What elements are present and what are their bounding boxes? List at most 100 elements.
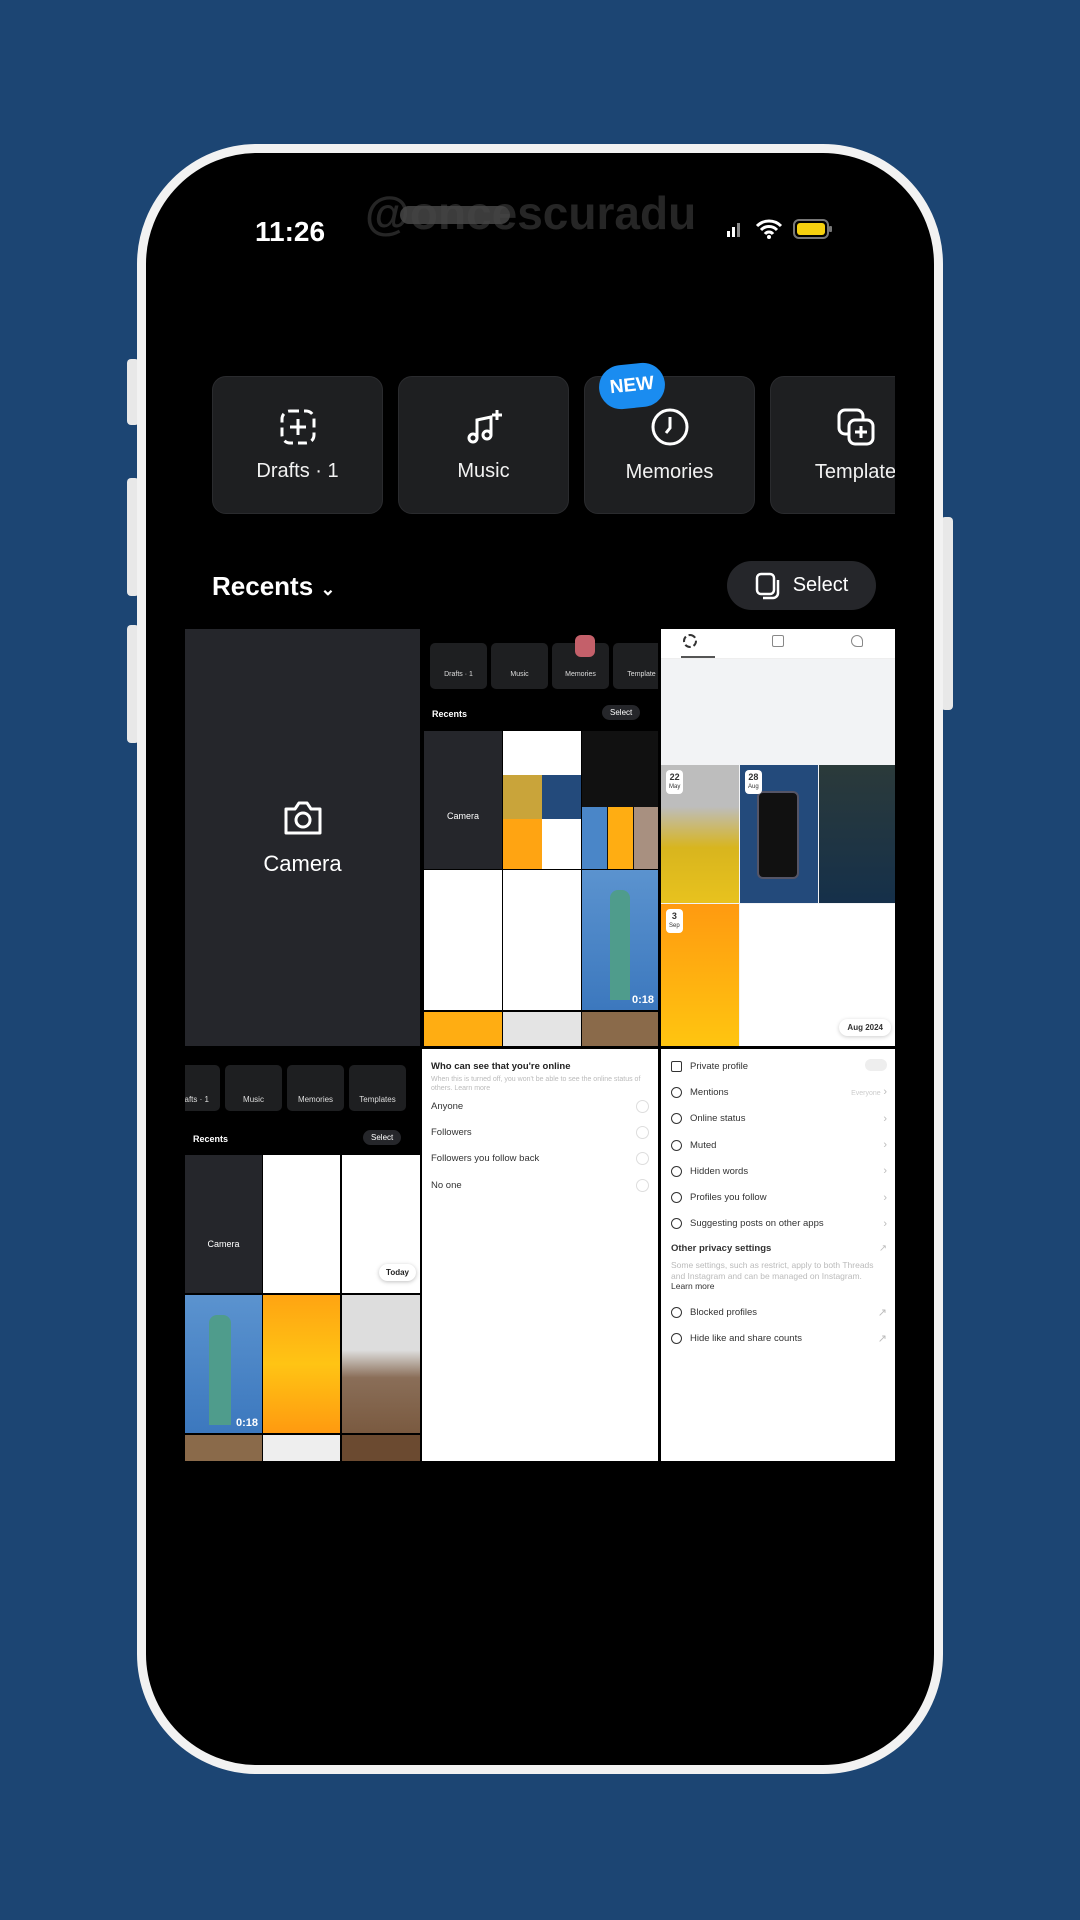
mini-duration: 0:18 [235, 1417, 258, 1429]
mini-music: Music [491, 643, 548, 689]
signal-icon [727, 223, 740, 237]
mini-templates: Templates [349, 1065, 406, 1111]
mini-today-chip: Today [379, 1264, 416, 1281]
online-status-icon [671, 1113, 682, 1125]
templates-label: Template [814, 460, 895, 483]
chevron-right-icon: › [883, 1139, 887, 1152]
photo-cat: 22 May [661, 765, 739, 903]
radio-button[interactable] [636, 1178, 649, 1192]
privacy-settings-screenshot[interactable]: Private profile Mentions Everyone › Online … [661, 1049, 895, 1461]
radio-button[interactable] [636, 1125, 649, 1139]
privacy-item[interactable]: Online status › [661, 1106, 895, 1132]
chevron-right-icon: › [883, 1165, 887, 1178]
privacy-item[interactable]: Private profile [661, 1053, 895, 1079]
mini-select: Select [602, 705, 641, 720]
templates-button[interactable]: Template [770, 376, 895, 514]
spinner-icon [683, 634, 697, 648]
online-status-screenshot[interactable]: Who can see that you're online When this… [422, 1049, 658, 1461]
gallery-thumbnail[interactable]: Drafts · 1 Music Memories Template Recen… [422, 629, 658, 1046]
online-option[interactable]: Followers you follow back [431, 1146, 649, 1172]
item-label: Private profile [690, 1060, 749, 1072]
privacy-item[interactable]: Mentions Everyone › [661, 1079, 895, 1105]
privacy-item[interactable]: Muted › [661, 1132, 895, 1158]
radio-button[interactable] [636, 1099, 649, 1113]
privacy-item[interactable]: Profiles you follow › [661, 1184, 895, 1210]
item-label: Suggesting posts on other apps [690, 1218, 824, 1230]
camera-tile[interactable]: Camera [185, 629, 420, 1046]
mini-drafts: Drafts · 1 [430, 643, 487, 689]
status-icons [725, 218, 833, 240]
link-label: Blocked profiles [690, 1306, 758, 1318]
external-link-icon: ↗ [877, 1333, 887, 1346]
option-label: Followers [431, 1126, 472, 1138]
gallery-thumbnail[interactable]: 22 May 28 Aug 3 Sep Aug 2024 [661, 629, 895, 1046]
chevron-right-icon: › [883, 1112, 887, 1125]
music-plus-icon [467, 409, 502, 443]
toggle-switch[interactable] [865, 1058, 887, 1071]
camera-icon [284, 801, 321, 834]
learn-more-link[interactable]: Learn more [671, 1281, 887, 1291]
date-month: Sep [669, 923, 680, 929]
online-option[interactable]: Followers [431, 1119, 649, 1145]
threads-mention-icon [671, 1086, 682, 1098]
drafts-button[interactable]: Drafts · 1 [212, 376, 383, 514]
photo-night [819, 765, 895, 903]
item-label: Profiles you follow [690, 1192, 767, 1204]
camera-label: Camera [263, 850, 342, 876]
privacy-item[interactable]: Suggesting posts on other apps › [661, 1211, 895, 1237]
hidden-eye-icon [671, 1165, 682, 1177]
mini-tabbar [661, 629, 895, 659]
memories-label: Memories [625, 460, 714, 483]
privacy-link[interactable]: Hide like and share counts ↗ [661, 1325, 895, 1351]
mini-group-photo [342, 1295, 420, 1433]
mini-gray [503, 1012, 581, 1046]
multi-select-icon [755, 572, 779, 599]
chevron-right-icon: › [883, 1217, 887, 1230]
status-time: 11:26 [255, 216, 326, 247]
radio-button[interactable] [636, 1152, 649, 1166]
mini-duration: 0:18 [631, 994, 654, 1006]
online-title: Who can see that you're online [431, 1061, 571, 1072]
other-privacy-desc: Some settings, such as restrict, apply t… [671, 1260, 874, 1281]
drafts-label: Drafts · 1 [256, 459, 339, 482]
mini-statue: 0:18 [582, 870, 658, 1010]
online-option[interactable]: Anyone [431, 1093, 649, 1119]
external-link-icon: ↗ [877, 1306, 887, 1319]
mini-gray [263, 1435, 340, 1461]
gallery-thumbnail[interactable]: Drafts · 1 Music Memories Templates Rece… [185, 1049, 420, 1461]
online-option[interactable]: No one [431, 1172, 649, 1198]
date-month: Aug [748, 784, 759, 790]
mini-orange [263, 1295, 340, 1433]
album-label: Recents [212, 571, 314, 601]
mini-select: Select [363, 1130, 402, 1145]
option-label: Followers you follow back [431, 1153, 540, 1165]
external-link-icon: ↗ [879, 1243, 887, 1255]
music-button[interactable]: Music [398, 376, 569, 514]
copy-plus-icon [837, 408, 874, 445]
battery-icon [793, 219, 832, 239]
album-dropdown[interactable]: Recents ⌄ [212, 571, 335, 602]
calendar-icon [772, 635, 784, 647]
mini-brown [342, 1435, 420, 1461]
lock-icon [671, 1060, 682, 1072]
month-chip: Aug 2024 [839, 1019, 891, 1036]
link-label: Hide like and share counts [690, 1333, 802, 1345]
mini-template: Template [613, 643, 658, 689]
item-label: Hidden words [690, 1165, 749, 1177]
mini-dog [185, 1435, 262, 1461]
photo-orange: 3 Sep [661, 904, 739, 1046]
hide-heart-icon [671, 1333, 682, 1345]
mini-privacy: Today [342, 1155, 420, 1293]
mini-memories: Memories [287, 1065, 344, 1111]
privacy-link[interactable]: Blocked profiles ↗ [661, 1299, 895, 1325]
select-label: Select [792, 574, 849, 596]
item-value: Everyone [851, 1090, 881, 1098]
privacy-item[interactable]: Hidden words › [661, 1158, 895, 1184]
screen: @oncescuradu 11:26 Drafts · 1 Music Memo… [185, 186, 895, 1672]
select-button[interactable]: Select [727, 561, 876, 610]
mini-drafts: Drafts · 1 [185, 1065, 220, 1111]
blocked-icon [671, 1306, 682, 1318]
mini-avatar [575, 635, 595, 657]
item-label: Mentions [690, 1086, 729, 1098]
date-month: May [669, 784, 681, 790]
